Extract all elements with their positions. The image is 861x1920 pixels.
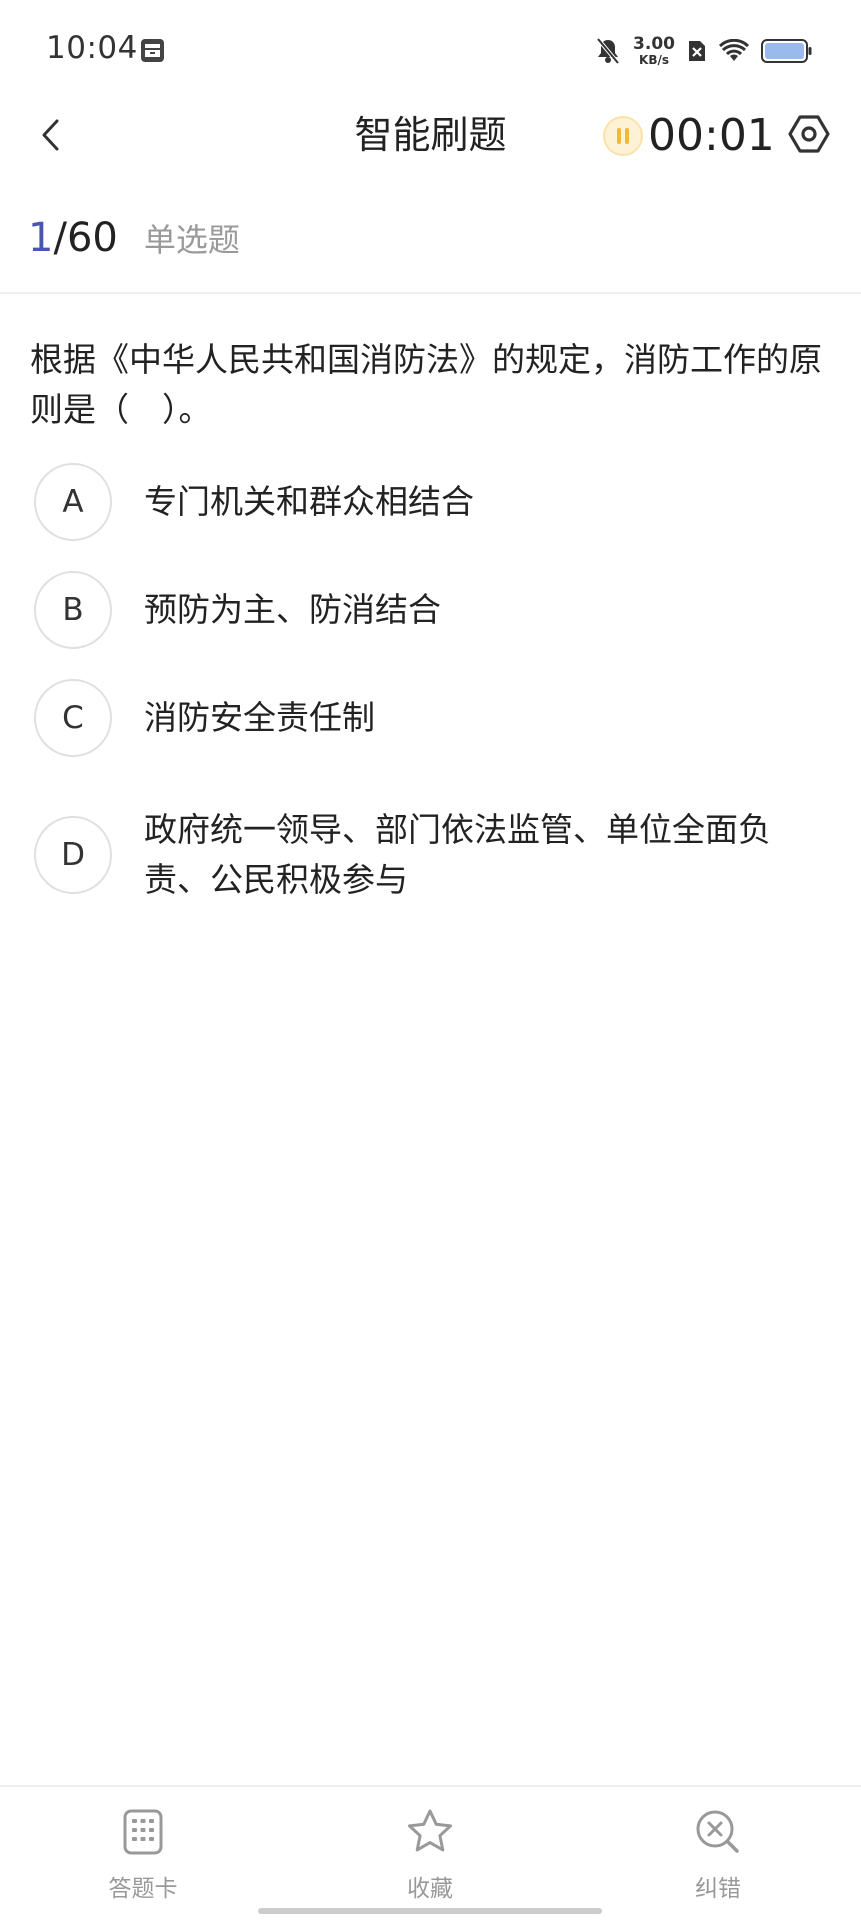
question-type: 单选题 <box>143 221 240 259</box>
favorite-label: 收藏 <box>407 1876 453 1902</box>
status-bar: 10:04 3.00 KB/s <box>0 0 861 100</box>
option-letter: A <box>34 463 112 541</box>
error-correct-icon <box>696 1810 739 1853</box>
option-c[interactable]: C 消防安全责任制 <box>34 678 834 758</box>
option-letter: D <box>34 816 112 894</box>
option-text: 政府统一领导、部门依法监管、单位全面负责、公民积极参与 <box>144 810 771 899</box>
net-speed: 3.00 KB/s <box>633 34 675 67</box>
home-indicator[interactable] <box>258 1908 602 1914</box>
option-letter: B <box>34 571 112 649</box>
favorite-button[interactable]: 收藏 <box>360 1807 500 1907</box>
option-letter: C <box>34 679 112 757</box>
header: 智能刷题 00:01 1 / 60 单选题 <box>0 100 861 270</box>
settings-button[interactable] <box>787 112 831 156</box>
progress-total: 60 <box>66 215 118 261</box>
battery-icon <box>761 39 812 63</box>
error-correct-button[interactable]: 纠错 <box>648 1807 788 1907</box>
net-speed-unit: KB/s <box>639 53 670 67</box>
star-icon <box>408 1809 452 1852</box>
notification-icon <box>141 39 164 62</box>
option-text: 预防为主、防消结合 <box>144 590 441 629</box>
status-time: 10:04 <box>46 30 138 66</box>
pause-button[interactable] <box>602 115 644 157</box>
answer-card-button[interactable]: 答题卡 <box>73 1807 213 1907</box>
answer-card-label: 答题卡 <box>108 1876 178 1902</box>
option-d[interactable]: D 政府统一领导、部门依法监管、单位全面负责、公民积极参与 <box>34 800 834 910</box>
answer-card-icon <box>123 1809 163 1855</box>
option-b[interactable]: B 预防为主、防消结合 <box>34 570 834 650</box>
bottom-toolbar: 答题卡 收藏 纠错 <box>0 1785 861 1920</box>
progress-separator: / <box>53 215 67 261</box>
progress-current: 1 <box>28 215 54 261</box>
option-a[interactable]: A 专门机关和群众相结合 <box>34 462 834 542</box>
wifi-icon <box>719 39 749 61</box>
error-correct-label: 纠错 <box>695 1876 741 1902</box>
option-text: 专门机关和群众相结合 <box>144 482 474 521</box>
options-list: A 专门机关和群众相结合 B 预防为主、防消结合 C 消防安全责任制 D 政府统… <box>34 462 834 910</box>
option-text: 消防安全责任制 <box>144 698 375 737</box>
net-speed-value: 3.00 <box>633 34 675 54</box>
timer: 00:01 <box>648 110 775 161</box>
pause-icon <box>603 116 643 156</box>
sim-x-icon <box>689 41 705 61</box>
status-icons: 3.00 KB/s <box>595 32 813 70</box>
gear-icon <box>788 115 830 153</box>
divider <box>0 292 861 294</box>
bell-muted-icon <box>596 37 620 65</box>
question-progress: 1 / 60 单选题 <box>28 215 240 275</box>
question-text: 根据《中华人民共和国消防法》的规定，消防工作的原则是（ ）。 <box>30 340 822 429</box>
